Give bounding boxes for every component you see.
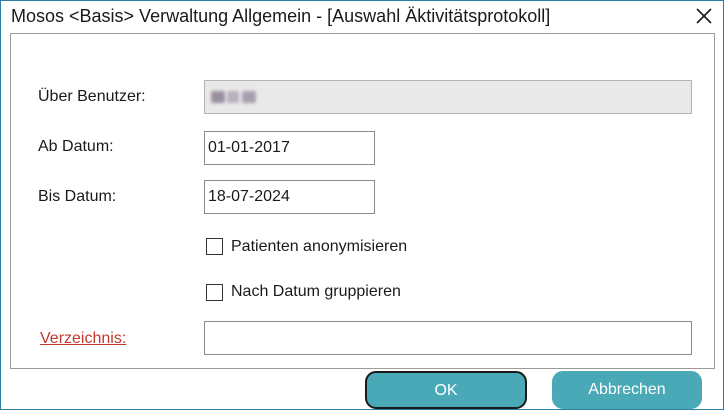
group-by-date-label: Nach Datum gruppieren — [231, 283, 401, 300]
to-date-field[interactable]: 18-07-2024 — [204, 180, 375, 214]
user-label: Über Benutzer: — [38, 88, 146, 105]
to-date-label: Bis Datum: — [38, 188, 117, 205]
redacted-text — [242, 91, 256, 103]
from-date-field[interactable]: 01-01-2017 — [204, 131, 375, 165]
from-date-label: Ab Datum: — [38, 138, 114, 155]
dialog-window: Mosos <Basis> Verwaltung Allgemein - [Au… — [0, 0, 724, 410]
group-by-date-checkbox[interactable] — [206, 284, 223, 301]
title-bar[interactable]: Mosos <Basis> Verwaltung Allgemein - [Au… — [1, 1, 723, 31]
directory-link[interactable]: Verzeichnis: — [40, 330, 126, 348]
anonymize-label: Patienten anonymisieren — [231, 238, 408, 255]
anonymize-checkbox[interactable] — [206, 238, 223, 255]
redacted-text — [211, 91, 225, 103]
cancel-button[interactable]: Abbrechen — [552, 371, 702, 409]
form-panel: Über Benutzer: Ab Datum: 01-01-2017 Bis … — [10, 33, 715, 369]
window-title: Mosos <Basis> Verwaltung Allgemein - [Au… — [11, 6, 551, 26]
user-field — [204, 80, 692, 114]
ok-button[interactable]: OK — [365, 371, 527, 409]
directory-field[interactable] — [204, 321, 692, 355]
close-icon[interactable] — [691, 3, 717, 29]
redacted-text — [227, 91, 239, 103]
